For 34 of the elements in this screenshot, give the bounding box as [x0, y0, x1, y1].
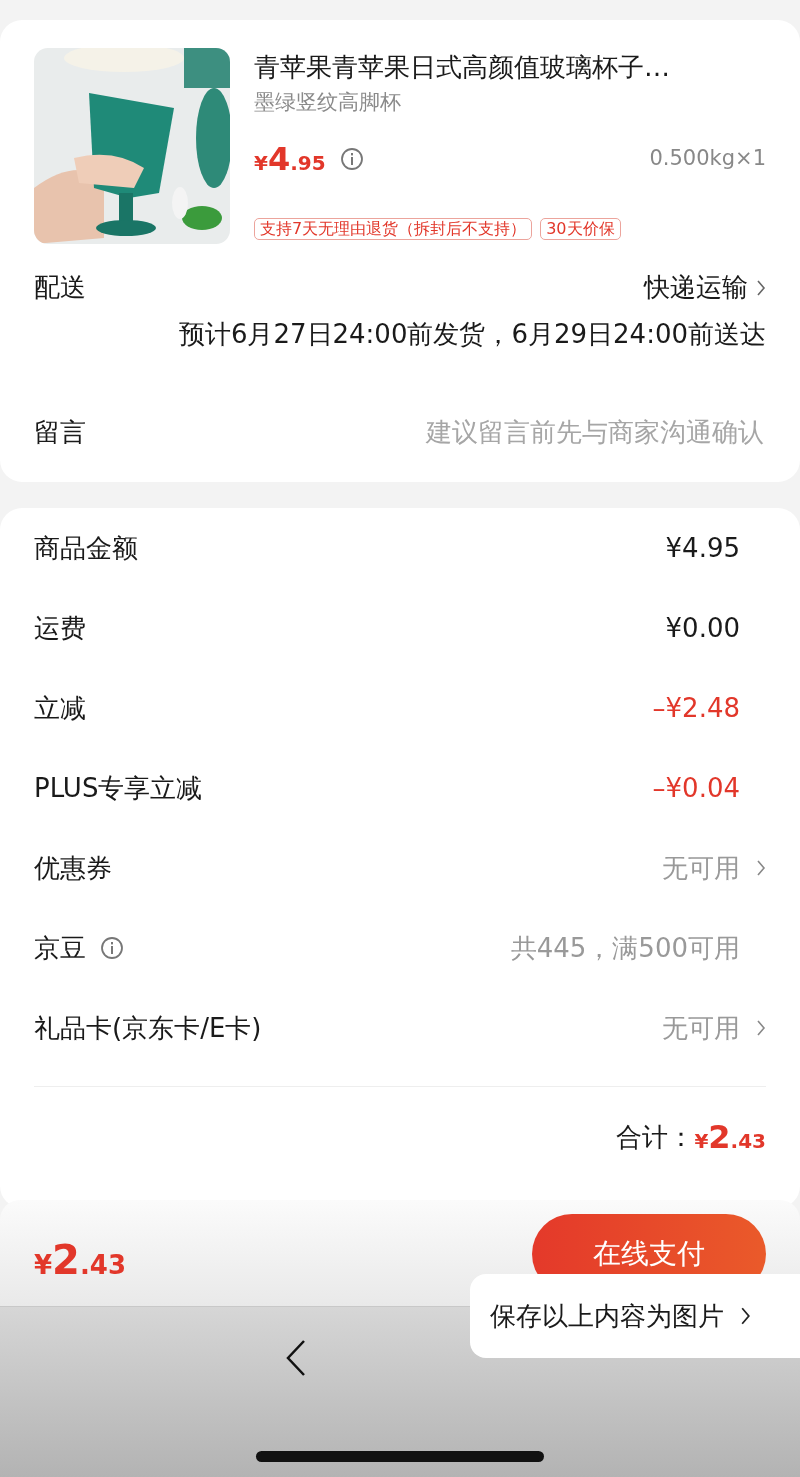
- summary-label: 商品金额: [34, 531, 138, 565]
- delivery-estimate: 预计6月27日24:00前发货，6月29日24:00前送达: [177, 318, 766, 351]
- summary-label: PLUS专享立减: [34, 771, 203, 805]
- chevron-icon: [740, 1305, 751, 1327]
- product-spec: 墨绿竖纹高脚杯: [254, 89, 402, 117]
- summary-value: ¥4.95: [665, 531, 740, 565]
- summary-label: 京豆: [34, 931, 86, 965]
- summary-label: 优惠券: [34, 851, 112, 885]
- service-tag: 支持7天无理由退货（拆封后不支持）: [254, 218, 533, 240]
- info-icon[interactable]: [339, 146, 364, 171]
- summary-value: ¥0.00: [665, 611, 740, 645]
- total-price: ¥2.43: [694, 1117, 766, 1158]
- summary-label: 礼品卡(京东卡/E卡): [34, 1011, 262, 1045]
- message-label: 留言: [34, 416, 86, 449]
- save-image-popup[interactable]: 保存以上内容为图片: [470, 1274, 800, 1358]
- chevron-icon: [756, 1018, 766, 1038]
- message-field[interactable]: 建议留言前先与商家沟通确认: [346, 412, 766, 453]
- back-icon[interactable]: [285, 1339, 307, 1377]
- summary-label: 运费: [34, 611, 86, 645]
- product-title[interactable]: 青苹果青苹果日式高颜值玻璃杯子…: [254, 52, 766, 84]
- summary-value: –¥2.48: [652, 691, 740, 725]
- popup-text: 保存以上内容为图片: [490, 1299, 724, 1333]
- delivery-label: 配送: [34, 271, 86, 304]
- info-icon[interactable]: [100, 936, 124, 960]
- product-price: ¥4.95: [254, 138, 326, 180]
- summary-value: 共445，满500可用: [510, 931, 740, 965]
- weight-quantity: 0.500kg×1: [649, 144, 766, 172]
- summary-value: –¥0.04: [652, 771, 740, 805]
- delivery-method-link[interactable]: 快递运输: [644, 268, 748, 307]
- payable-price: ¥2.43: [34, 1236, 126, 1285]
- chevron-icon: [756, 858, 766, 878]
- service-tag: 30天价保: [540, 218, 621, 240]
- summary-label: 立减: [34, 691, 86, 725]
- total-label: 合计：: [616, 1120, 695, 1154]
